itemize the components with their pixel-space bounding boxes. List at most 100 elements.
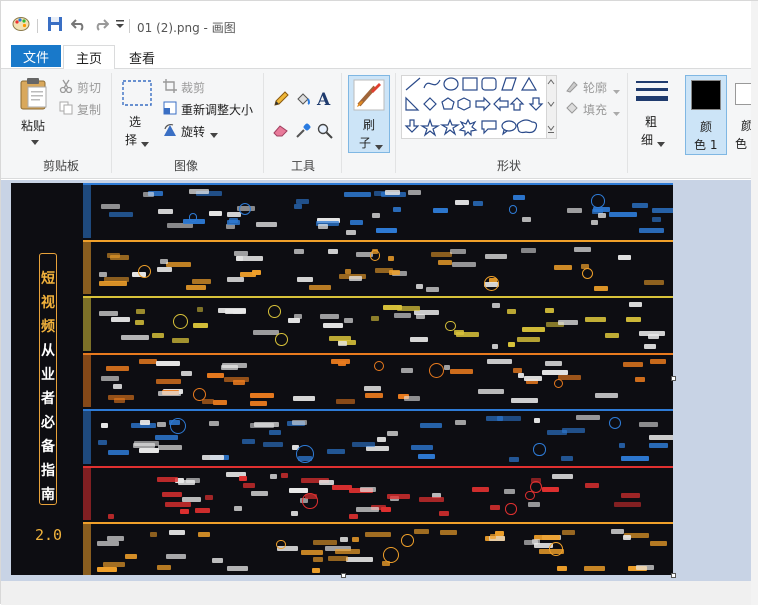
poster-circle <box>239 202 252 215</box>
shapes-gallery[interactable] <box>401 75 547 139</box>
outline-dropdown-icon[interactable] <box>613 84 620 98</box>
poster-node <box>235 255 263 261</box>
tools-group-label: 工具 <box>290 159 315 173</box>
size-button[interactable]: 粗 <box>645 113 657 130</box>
poster-circle <box>382 547 399 564</box>
outline-button[interactable]: 轮廓 <box>583 79 607 96</box>
paint-app-icon[interactable] <box>11 15 31 33</box>
poster-node <box>650 540 668 546</box>
vertical-scrollbar[interactable] <box>751 1 758 605</box>
rotate-button[interactable]: 旋转 <box>181 123 205 140</box>
poster-band <box>83 183 673 240</box>
poster-node <box>242 439 256 445</box>
select-icon[interactable] <box>121 79 153 110</box>
poster-node <box>638 330 666 336</box>
copy-icon[interactable] <box>59 101 73 118</box>
paste-dropdown-icon[interactable] <box>31 135 39 149</box>
poster-circle <box>608 417 621 429</box>
poster-node <box>541 370 568 376</box>
poster-node <box>533 417 541 423</box>
poster-node <box>528 502 540 508</box>
redo-icon[interactable] <box>91 15 111 33</box>
clipboard-group-label: 剪贴板 <box>42 159 79 173</box>
copy-button[interactable]: 复制 <box>77 101 101 118</box>
cut-button[interactable]: 剪切 <box>77 79 101 96</box>
resize-handle-right[interactable] <box>671 376 676 381</box>
tab-view[interactable]: 查看 <box>119 45 165 69</box>
poster-node <box>631 202 648 208</box>
poster-node <box>125 554 138 560</box>
size-icon[interactable] <box>635 79 669 110</box>
poster-circle <box>525 490 535 500</box>
magnifier-icon[interactable] <box>317 123 333 142</box>
poster-node <box>156 266 173 272</box>
poster-node <box>449 368 473 374</box>
image-canvas[interactable]: 短视频从业者必备指南 2.0 <box>11 183 673 575</box>
tab-home[interactable]: 主页 <box>63 45 115 69</box>
band-strip <box>83 298 91 351</box>
status-bar <box>1 581 751 605</box>
fill-button[interactable]: 填充 <box>583 101 607 118</box>
outline-icon[interactable] <box>565 79 579 96</box>
color-picker-icon[interactable] <box>295 123 311 142</box>
poster-node <box>323 323 343 329</box>
undo-icon[interactable] <box>69 15 89 33</box>
poster-node <box>290 510 299 516</box>
window-title: 01 (2).png - 画图 <box>137 21 236 35</box>
poster-node <box>387 255 395 261</box>
rotate-dropdown-icon[interactable] <box>210 128 218 142</box>
fill-icon[interactable] <box>565 101 579 118</box>
poster-node <box>345 268 352 274</box>
poster-circle <box>172 313 189 330</box>
brush-icon <box>353 79 385 114</box>
resize-handle-corner[interactable] <box>671 573 676 578</box>
color-2-label-line2[interactable]: 色 <box>735 135 747 152</box>
size-button-line2[interactable]: 细 <box>641 131 653 148</box>
group-divider <box>395 73 396 173</box>
fill-bucket-icon[interactable] <box>295 91 311 110</box>
poster-node <box>158 444 183 450</box>
save-icon[interactable] <box>45 15 65 33</box>
resize-button[interactable]: 重新调整大小 <box>181 101 253 118</box>
poster-band <box>83 409 673 466</box>
poster-node <box>351 536 360 542</box>
poster-node <box>157 477 179 483</box>
tab-file[interactable]: 文件 <box>11 45 61 67</box>
customize-quick-access-icon[interactable] <box>113 15 127 33</box>
poster-node <box>593 285 609 291</box>
crop-icon[interactable] <box>163 79 177 96</box>
poster-node <box>618 255 631 261</box>
resize-icon[interactable] <box>163 101 177 118</box>
brush-button[interactable]: 刷 子 <box>348 75 390 153</box>
poster-node <box>186 284 206 290</box>
select-button-line2[interactable]: 择 <box>125 131 137 148</box>
brush-dropdown-icon[interactable] <box>375 140 383 154</box>
fill-dropdown-icon[interactable] <box>613 106 620 120</box>
paste-icon[interactable] <box>19 77 49 114</box>
cut-icon[interactable] <box>59 79 73 96</box>
poster-node <box>166 553 186 559</box>
color-1-label-line2: 色 1 <box>694 138 718 152</box>
poster-node <box>296 198 309 204</box>
select-button[interactable]: 选 <box>129 113 141 130</box>
eraser-icon[interactable] <box>273 123 289 140</box>
band-divider <box>83 352 673 355</box>
text-tool-icon[interactable]: A <box>317 90 335 110</box>
poster-node <box>301 550 323 556</box>
poster-node <box>291 419 308 425</box>
rotate-icon[interactable] <box>163 123 177 140</box>
poster-node <box>312 557 324 563</box>
poster-node <box>101 423 108 429</box>
canvas-area[interactable]: 短视频从业者必备指南 2.0 <box>1 180 751 581</box>
paste-button[interactable]: 粘贴 <box>21 117 45 134</box>
shapes-scrollbar[interactable] <box>547 75 557 139</box>
poster-node <box>594 392 618 398</box>
pencil-icon[interactable] <box>273 91 289 110</box>
size-dropdown-icon[interactable] <box>657 137 665 151</box>
poster-node <box>566 208 583 214</box>
resize-handle-bottom[interactable] <box>341 573 346 578</box>
select-dropdown-icon[interactable] <box>141 137 149 151</box>
poster-node <box>524 540 538 546</box>
crop-button[interactable]: 裁剪 <box>181 79 205 96</box>
color-1-button[interactable]: 颜 色 1 <box>685 75 727 155</box>
